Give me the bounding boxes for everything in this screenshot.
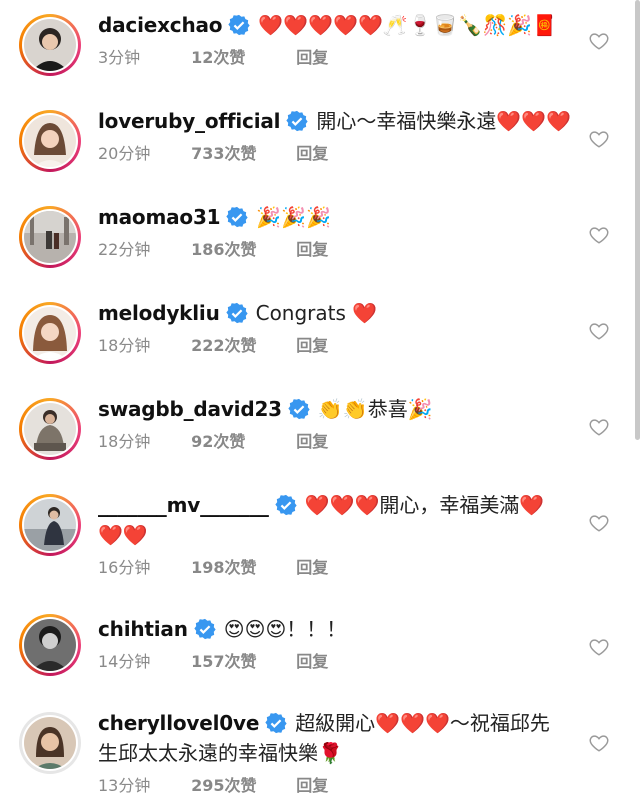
comment-time: 22分钟 [98, 240, 151, 259]
like-count[interactable]: 157次赞 [191, 648, 291, 672]
like-count[interactable]: 222次赞 [191, 332, 291, 356]
verified-badge-icon [228, 14, 250, 36]
woman-portrait-icon [24, 717, 76, 769]
comment-text: ❤️❤️❤️❤️❤️🥂🍷🥃🍾🎊🎉🧧 [258, 13, 558, 37]
heart-outline-icon[interactable] [588, 732, 610, 754]
username[interactable]: maomao31 [98, 202, 221, 232]
reply-button[interactable]: 回复 [296, 332, 328, 356]
like-count[interactable]: 295次赞 [191, 772, 291, 796]
woman-portrait-icon [24, 307, 76, 359]
man-portrait-icon [24, 19, 76, 71]
like-count[interactable]: 186次赞 [191, 236, 291, 260]
reply-button[interactable]: 回复 [296, 428, 328, 452]
username[interactable]: cheryllovel0ve [98, 711, 259, 735]
avatar[interactable] [19, 494, 81, 556]
verified-badge-icon [288, 398, 310, 420]
username[interactable]: _______mv_______ [98, 493, 269, 517]
avatar[interactable] [19, 614, 81, 676]
heart-outline-icon[interactable] [588, 416, 610, 438]
comment-time: 18分钟 [98, 432, 151, 451]
reply-button[interactable]: 回复 [296, 772, 328, 796]
heart-outline-icon[interactable] [588, 224, 610, 246]
woman-portrait-icon [24, 115, 76, 167]
verified-badge-icon [225, 302, 248, 324]
man-portrait-icon [24, 619, 76, 671]
verified-badge-icon [194, 618, 216, 640]
reply-button[interactable]: 回复 [296, 648, 328, 672]
username[interactable]: swagbb_david23 [98, 394, 282, 424]
comment-time: 18分钟 [98, 336, 151, 355]
username[interactable]: loveruby_official [98, 106, 281, 136]
comment-text: 😍😍😍！！！ [223, 617, 347, 641]
scrollbar[interactable] [635, 0, 640, 440]
avatar[interactable] [19, 206, 81, 268]
man-standing-icon [24, 499, 76, 551]
heart-outline-icon[interactable] [588, 636, 610, 658]
comment-text: 開心～幸福快樂永遠❤️❤️❤️ [316, 109, 572, 133]
avatar[interactable] [19, 302, 81, 364]
verified-badge-icon [226, 206, 249, 228]
street-photo-icon [24, 211, 76, 263]
like-count[interactable]: 12次赞 [191, 44, 291, 68]
reply-button[interactable]: 回复 [296, 554, 328, 578]
seated-man-icon [24, 403, 76, 455]
comment-time: 13分钟 [98, 776, 151, 795]
comment-text: Congrats ❤️ [255, 301, 378, 325]
username[interactable]: daciexchao [98, 10, 223, 40]
like-count[interactable]: 198次赞 [191, 554, 291, 578]
verified-badge-icon [275, 494, 297, 516]
like-count[interactable]: 733次赞 [191, 140, 291, 164]
avatar[interactable] [19, 110, 81, 172]
username[interactable]: melodykliu [98, 298, 220, 328]
username[interactable]: chihtian [98, 614, 188, 644]
heart-outline-icon[interactable] [588, 320, 610, 342]
verified-badge-icon [265, 712, 287, 734]
avatar[interactable] [19, 14, 81, 76]
comment-text: 👏👏恭喜🎉 [317, 397, 433, 421]
heart-outline-icon[interactable] [588, 30, 610, 52]
heart-outline-icon[interactable] [588, 128, 610, 150]
comment-time: 14分钟 [98, 652, 151, 671]
avatar[interactable] [19, 712, 81, 774]
comment-time: 20分钟 [98, 144, 151, 163]
like-count[interactable]: 92次赞 [191, 428, 291, 452]
reply-button[interactable]: 回复 [296, 236, 328, 260]
comment-time: 16分钟 [98, 558, 151, 577]
heart-outline-icon[interactable] [588, 512, 610, 534]
reply-button[interactable]: 回复 [296, 140, 328, 164]
comment-text: 🎉🎉🎉 [256, 205, 332, 229]
verified-badge-icon [286, 110, 308, 132]
avatar[interactable] [19, 398, 81, 460]
comment-list: daciexchao ❤️❤️❤️❤️❤️🥂🍷🥃🍾🎊🎉🧧 3分钟 12次赞 回复… [0, 0, 640, 812]
comment-time: 3分钟 [98, 48, 141, 67]
reply-button[interactable]: 回复 [296, 44, 328, 68]
